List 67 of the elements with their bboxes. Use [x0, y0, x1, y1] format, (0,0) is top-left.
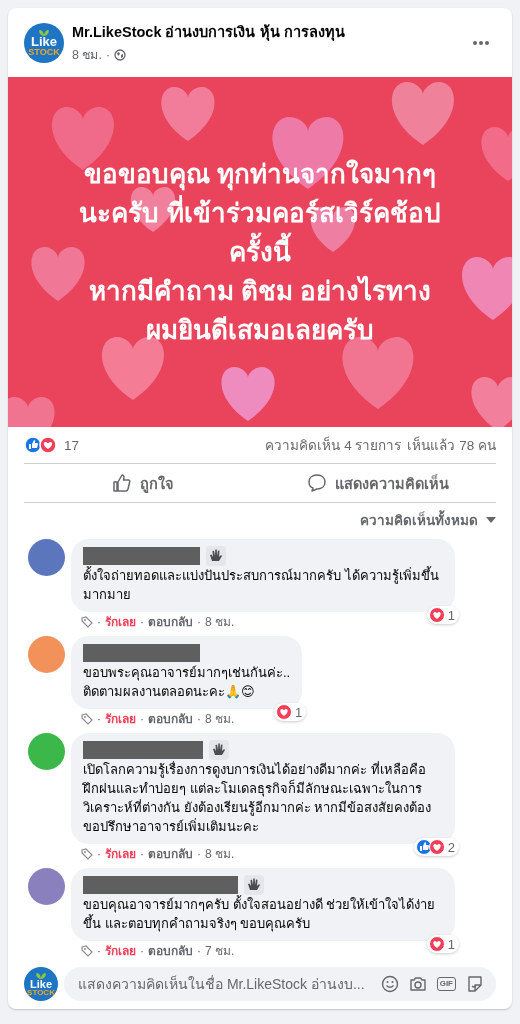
- page-name[interactable]: Mr.LikeStock อ่านงบการเงิน หุ้น การลงทุน: [72, 20, 464, 43]
- reply-link[interactable]: ตอบกลับ: [148, 943, 193, 959]
- page-logo[interactable]: Like STOCK: [24, 22, 64, 63]
- comment-reactions[interactable]: 1: [426, 935, 459, 953]
- avatar[interactable]: [28, 868, 65, 905]
- tag-icon[interactable]: [81, 848, 93, 860]
- separator-dot: ·: [97, 711, 101, 727]
- caret-icon: [486, 517, 496, 523]
- tag-icon[interactable]: [81, 616, 93, 628]
- separator-dot: ·: [97, 943, 101, 959]
- separator-dot: ·: [140, 711, 144, 727]
- reply-link[interactable]: ตอบกลับ: [148, 846, 193, 862]
- comment-time[interactable]: 8 ชม.: [205, 711, 235, 727]
- comment-text: ขอบคุณอาจารย์มากๆครับ ตั้งใจสอนอย่างดี ช่วยให้เข้าใจได้ง่ายขึ้น และตอบทุกคำถามจริงๆ ขอบคุณครับ: [83, 895, 437, 933]
- camera-icon[interactable]: [408, 975, 427, 993]
- love-link[interactable]: รักเลย: [105, 614, 136, 630]
- avatar[interactable]: [28, 636, 65, 673]
- comment-reactions[interactable]: 1: [426, 606, 459, 624]
- reply-link[interactable]: ตอบกลับ: [148, 614, 193, 630]
- separator-dot: ·: [97, 614, 101, 630]
- separator-dot: ·: [140, 614, 144, 630]
- avatar[interactable]: [28, 539, 65, 576]
- post-message-line: ครั้งนี้: [79, 232, 441, 272]
- love-link[interactable]: รักเลย: [105, 943, 136, 959]
- comment-time[interactable]: 7 ชม.: [205, 943, 235, 959]
- reactions-icon: [24, 436, 58, 454]
- comment-text: ตั้งใจถ่ายทอดและแบ่งปันประสบการณ์มากครับ ได้ความรู้เพิ่มขึ้นมากมาย: [83, 566, 440, 604]
- comment-reactions[interactable]: 1: [274, 703, 307, 721]
- comment-text: เปิดโลกความรู้เรื่องการดูงบการเงินได้อย่างดีมากค่ะ ที่เหลือคือฝึกฝนและทำบ่อยๆ แต่ละโมเดลธุรกิจก็มีลักษณะเฉพาะในการวิเคราะห์ที่ต่างกัน ยังต้องเรียนรู้อีกมากค่ะ หากมีข้อสงสัยคงต้องขอปรึกษาอาจารย์เพิ่มเติมนะคะ: [83, 760, 433, 836]
- page-logo: Like STOCK: [24, 967, 58, 1001]
- reaction-count[interactable]: 17: [64, 437, 80, 453]
- tag-icon[interactable]: [81, 713, 93, 725]
- gif-button[interactable]: GIF: [436, 977, 456, 991]
- comment-time[interactable]: 8 ชม.: [205, 614, 235, 630]
- globe-icon: [114, 49, 127, 61]
- post-message-line: หากมีคำถาม ติชม อย่างไรทาง: [87, 274, 433, 308]
- comment-button[interactable]: แสดงความคิดเห็น: [260, 467, 496, 499]
- post-message-line: นะครับ ที่เข้าร่วมคอร์สเวิร์คช้อป: [79, 194, 441, 230]
- more-options-icon[interactable]: [472, 39, 490, 46]
- comment-sort-dropdown[interactable]: ความคิดเห็นทั้งหมด: [360, 505, 496, 535]
- separator-dot: ·: [197, 711, 201, 727]
- separator-dot: ·: [97, 846, 101, 862]
- comment-time[interactable]: 8 ชม.: [205, 846, 235, 862]
- separator-dot: ·: [140, 943, 144, 959]
- comment-text: ขอบพระคุณอาจารย์มากๆเช่นกันค่ะ.. ติดตามผลงานตลอดนะคะ🙏😊: [83, 664, 291, 701]
- separator-dot: ·: [197, 614, 201, 630]
- emoji-icon[interactable]: [380, 975, 399, 993]
- view-count: เห็นแล้ว 78 คน: [407, 435, 496, 455]
- avatar[interactable]: [28, 733, 65, 770]
- tag-icon[interactable]: [81, 945, 93, 957]
- post-message-line: ผมยินดีเสมอเลยครับ: [145, 313, 375, 347]
- speech-bubble-icon: [307, 473, 327, 493]
- separator-dot: ·: [197, 846, 201, 862]
- thumbs-up-icon: [111, 473, 132, 493]
- comment-count[interactable]: ความคิดเห็น 4 รายการ: [265, 434, 402, 456]
- reply-link[interactable]: ตอบกลับ: [148, 711, 193, 727]
- comment-reactions[interactable]: 2: [413, 838, 459, 856]
- sticker-icon[interactable]: [466, 975, 484, 993]
- post-time[interactable]: 8 ชม.: [72, 45, 102, 65]
- separator-dot: ·: [197, 943, 201, 959]
- love-link[interactable]: รักเลย: [105, 846, 136, 862]
- comment-input-field[interactable]: แสดงความคิดเห็นในชื่อ Mr.LikeStock อ่านงบ... GIF: [64, 967, 496, 1001]
- separator-dot: ·: [140, 846, 144, 862]
- like-button[interactable]: ถูกใจ: [24, 467, 260, 499]
- love-link[interactable]: รักเลย: [105, 711, 136, 727]
- separator-dot: ·: [105, 48, 111, 62]
- post-message-line: ขอขอบคุณ ทุกท่านจากใจมากๆ: [82, 157, 438, 193]
